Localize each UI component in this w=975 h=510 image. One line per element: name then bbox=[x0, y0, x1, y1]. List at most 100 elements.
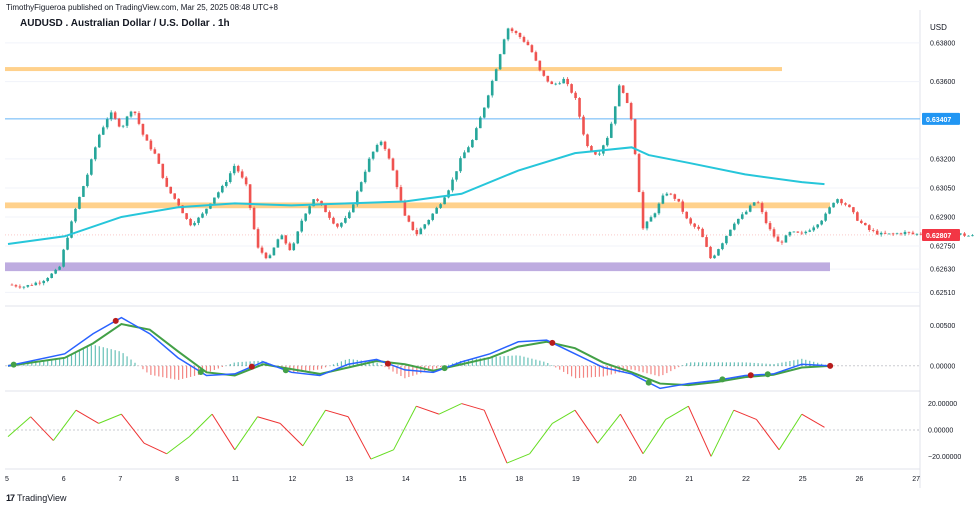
cross-marker bbox=[282, 367, 289, 374]
candle-body bbox=[689, 218, 692, 224]
candle-body bbox=[534, 52, 538, 61]
candle-body bbox=[641, 192, 645, 229]
candle-body bbox=[252, 207, 256, 230]
price-tag-label: 0.63407 bbox=[926, 117, 951, 124]
candle-body bbox=[522, 37, 526, 42]
oscillator-segment bbox=[687, 406, 712, 457]
date-tick-label: 22 bbox=[742, 476, 750, 483]
candle-body bbox=[760, 203, 764, 213]
candle-body bbox=[574, 92, 577, 99]
oscillator-segment bbox=[325, 409, 349, 418]
candle-body bbox=[617, 85, 621, 107]
candle-body bbox=[94, 147, 97, 160]
candle-body bbox=[78, 196, 81, 209]
candle-body bbox=[558, 83, 561, 85]
candle-body bbox=[228, 173, 232, 183]
macd-line bbox=[7, 316, 831, 390]
zone-resistance-lower bbox=[5, 202, 830, 209]
candle-body bbox=[30, 285, 34, 286]
oscillator-segment bbox=[529, 423, 553, 455]
candle-body bbox=[657, 203, 661, 214]
candle-body bbox=[756, 202, 760, 204]
chart-canvas[interactable]: 0.63800 0.63600 0.63200 0.63050 0.62900 0.627… bbox=[0, 0, 975, 510]
candle-body bbox=[546, 75, 550, 82]
candle-body bbox=[328, 212, 331, 218]
candle-body bbox=[344, 218, 347, 223]
tradingview-logo-icon: 17 bbox=[6, 493, 15, 503]
candle-body bbox=[725, 235, 728, 244]
oscillator-segment bbox=[211, 413, 236, 451]
candle-body bbox=[832, 202, 835, 208]
grid-lines bbox=[5, 10, 921, 488]
oscillator-tick-label: 0.00000 bbox=[928, 428, 953, 435]
oscillator-tick-label: −20.00000 bbox=[928, 454, 961, 461]
candle-body bbox=[161, 163, 165, 178]
candle-body bbox=[578, 98, 581, 117]
candle-body bbox=[740, 214, 744, 219]
candle-body bbox=[582, 116, 585, 135]
candle-body bbox=[336, 223, 339, 227]
candle-body bbox=[232, 165, 236, 174]
candle-body bbox=[205, 208, 208, 214]
oscillator-segment bbox=[619, 413, 644, 455]
candle-body bbox=[482, 107, 486, 118]
oscillator-segment bbox=[279, 423, 304, 447]
candle-body bbox=[137, 113, 141, 124]
candle-body bbox=[133, 111, 137, 114]
macd-tick-label: 0.00500 bbox=[930, 323, 955, 330]
candle-body bbox=[149, 140, 153, 150]
candle-body bbox=[792, 231, 796, 233]
candle-body bbox=[828, 207, 831, 214]
oscillator-segment bbox=[506, 453, 530, 464]
candle-body bbox=[598, 153, 601, 155]
candle-body bbox=[340, 222, 343, 227]
date-tick-label: 8 bbox=[175, 476, 179, 483]
candle-body bbox=[97, 134, 101, 148]
candle-body bbox=[903, 231, 907, 235]
candle-body bbox=[808, 230, 812, 232]
candle-body bbox=[363, 171, 367, 183]
candle-body bbox=[185, 213, 188, 219]
candle-body bbox=[661, 195, 665, 204]
price-tick-label: 0.63800 bbox=[930, 40, 955, 47]
candle-body bbox=[177, 198, 180, 206]
oscillator-segment bbox=[710, 409, 735, 457]
price-panel bbox=[7, 27, 974, 290]
oscillator-segment bbox=[347, 416, 372, 460]
candle-body bbox=[399, 187, 403, 201]
candle-body bbox=[268, 255, 272, 259]
oscillator-segment bbox=[574, 409, 599, 444]
candle-body bbox=[729, 229, 732, 236]
candle-body bbox=[538, 60, 542, 71]
candle-body bbox=[90, 159, 93, 175]
candle-body bbox=[280, 235, 284, 240]
macd-panel bbox=[5, 316, 920, 390]
candle-body bbox=[518, 32, 522, 38]
candle-body bbox=[864, 222, 867, 226]
candle-body bbox=[796, 231, 800, 233]
candle-body bbox=[840, 199, 843, 204]
candle-body bbox=[332, 217, 335, 224]
candle-body bbox=[506, 28, 510, 40]
candle-body bbox=[907, 231, 911, 233]
candle-body bbox=[681, 201, 685, 212]
candle-body bbox=[217, 192, 220, 198]
candle-body bbox=[304, 213, 307, 221]
candle-body bbox=[804, 231, 808, 234]
candle-body bbox=[856, 212, 859, 221]
oscillator-segment bbox=[552, 409, 576, 424]
candle-body bbox=[117, 118, 121, 127]
signal-line bbox=[7, 323, 831, 387]
oscillator-tick-label: 20.00000 bbox=[928, 401, 957, 408]
candle-body bbox=[113, 112, 117, 119]
candle-body bbox=[145, 134, 149, 141]
candle-body bbox=[764, 212, 768, 224]
cross-marker bbox=[112, 317, 119, 324]
tradingview-logo[interactable]: 17 TradingView bbox=[6, 493, 67, 503]
date-tick-label: 11 bbox=[232, 476, 239, 483]
price-tick-label: 0.62750 bbox=[930, 243, 955, 250]
candle-body bbox=[510, 28, 514, 32]
candle-body bbox=[455, 171, 458, 180]
candle-body bbox=[550, 81, 554, 85]
candle-body bbox=[609, 123, 613, 138]
